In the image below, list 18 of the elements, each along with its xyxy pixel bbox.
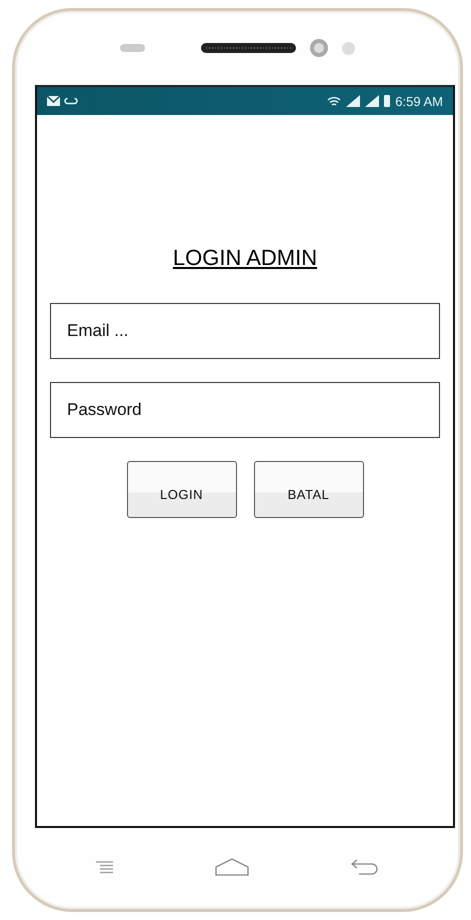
sensor-icon — [120, 44, 145, 52]
cancel-button[interactable]: BATAL — [254, 461, 364, 518]
login-button[interactable]: LOGIN — [126, 461, 236, 518]
signal-icon — [346, 95, 360, 107]
light-sensor-icon — [342, 42, 355, 54]
signal-icon — [365, 95, 380, 107]
status-time: 6:59 AM — [395, 94, 443, 108]
email-field[interactable]: Email ... — [50, 303, 440, 359]
menu-icon[interactable] — [96, 860, 113, 874]
wifi-icon — [327, 96, 342, 106]
mail-icon — [47, 96, 60, 106]
back-icon[interactable] — [351, 859, 379, 875]
camera-icon — [310, 39, 328, 57]
page-title: LOGIN ADMIN — [172, 245, 318, 271]
battery-icon — [384, 95, 390, 107]
speaker-grille-icon — [201, 43, 296, 53]
home-icon[interactable] — [215, 858, 249, 876]
password-field[interactable]: Password — [50, 382, 440, 438]
